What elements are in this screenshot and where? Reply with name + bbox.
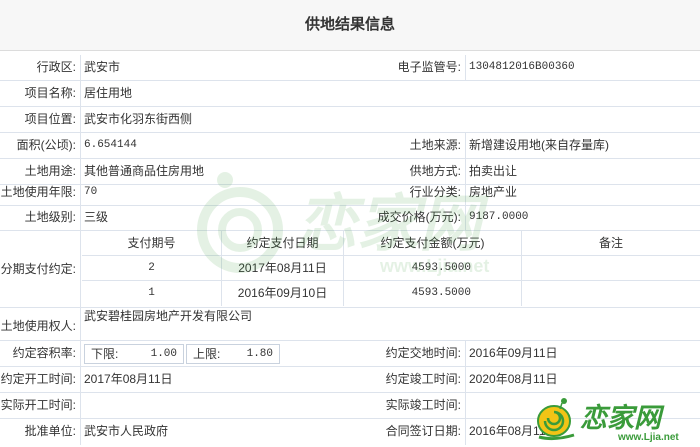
page-title: 供地结果信息 [0, 0, 700, 51]
project-name-value: 居住用地 [84, 86, 133, 100]
snail-icon [537, 398, 575, 441]
row-project-location: 项目位置: 武安市化羽东街西侧 [0, 107, 700, 133]
finish-label: 约定竣工时间: [385, 372, 461, 386]
row-holder: 土地使用权人: 武安碧桂园房地产开发有限公司 [0, 308, 700, 341]
project-name-label: 项目名称: [24, 86, 76, 100]
row-project-name: 项目名称: 居住用地 [0, 81, 700, 107]
plot-ratio-upper-value: 1.80 [246, 348, 273, 360]
row-plot-ratio: 约定容积率: 下限: 1.00 上限: 1.80 约定交地时间: 2016年09… [0, 341, 700, 367]
supervision-value: 1304812016B00360 [469, 61, 575, 73]
row-area: 面积(公顷): 6.654144 土地来源: 新增建设用地(来自存量库) [0, 133, 700, 159]
plot-ratio-upper-label: 上限: [193, 347, 221, 361]
installment-note [522, 256, 700, 281]
supervision-label: 电子监管号: [397, 60, 461, 74]
installment-table: 支付期号 约定支付日期 约定支付金额(万元) 备注 2 2017年08月11日 … [82, 231, 700, 307]
brand-logo-text: 恋家网 [580, 403, 665, 433]
contract-date-label: 合同签订日期: [385, 424, 461, 438]
land-level-label: 土地级别: [24, 210, 76, 224]
district-value: 武安市 [84, 60, 121, 74]
plot-ratio-upper-field: 上限: 1.80 [186, 344, 280, 364]
row-schedule: 约定开工时间: 2017年08月11日 约定竣工时间: 2020年08月11日 [0, 367, 700, 393]
approval-unit-value: 武安市人民政府 [84, 424, 169, 438]
industry-value: 房地产业 [469, 185, 518, 199]
installment-header-period: 支付期号 [82, 231, 222, 256]
area-value: 6.654144 [84, 139, 137, 151]
start-label: 约定开工时间: [0, 372, 76, 386]
land-source-label: 土地来源: [409, 138, 461, 152]
holder-value: 武安碧桂园房地产开发有限公司 [84, 309, 253, 323]
installment-header-amount: 约定支付金额(万元) [344, 231, 522, 256]
actual-finish-label: 实际竣工时间: [385, 398, 461, 412]
use-years-value: 70 [84, 186, 98, 198]
installment-date: 2016年09月10日 [222, 281, 344, 306]
installment-date: 2017年08月11日 [222, 256, 344, 281]
start-value: 2017年08月11日 [84, 372, 173, 386]
row-land-level: 土地级别: 三级 成交价格(万元): 9187.0000 [0, 205, 700, 231]
plot-ratio-lower-field: 下限: 1.00 [84, 344, 184, 364]
holder-label: 土地使用权人: [0, 319, 76, 333]
brand-logo-url: www.Ljia.net [617, 432, 679, 443]
actual-start-label: 实际开工时间: [0, 398, 76, 412]
project-location-label: 项目位置: [24, 112, 76, 126]
approval-unit-label: 批准单位: [24, 424, 76, 438]
use-years-label: 土地使用年限: [0, 185, 76, 199]
area-label: 面积(公顷): [16, 138, 76, 152]
installment-header-note: 备注 [522, 231, 700, 256]
land-level-value: 三级 [84, 210, 109, 224]
project-location-value: 武安市化羽东街西侧 [84, 112, 193, 126]
industry-label: 行业分类: [409, 185, 461, 199]
installment-note [522, 281, 700, 306]
installment-header-date: 约定支付日期 [222, 231, 344, 256]
delivery-label: 约定交地时间: [385, 346, 461, 360]
district-label: 行政区: [36, 60, 76, 74]
row-district: 行政区: 武安市 电子监管号: 1304812016B00360 [0, 55, 700, 81]
installment-period: 2 [82, 256, 222, 281]
installment-section: 分期支付约定: 支付期号 约定支付日期 约定支付金额(万元) 备注 2 2017… [0, 231, 700, 308]
plot-ratio-label: 约定容积率: [12, 346, 76, 360]
delivery-value: 2016年09月11日 [469, 346, 558, 360]
brand-logo: 恋家网 www.Ljia.net [537, 398, 679, 443]
plot-ratio-lower-label: 下限: [91, 347, 119, 361]
installment-label: 分期支付约定: [0, 262, 76, 276]
installment-amount: 4593.5000 [344, 256, 522, 281]
deal-price-label: 成交价格(万元): [377, 210, 461, 224]
land-source-value: 新增建设用地(来自存量库) [469, 138, 609, 152]
installment-period: 1 [82, 281, 222, 306]
row-use-years: 土地使用年限: 70 行业分类: 房地产业 [0, 180, 700, 206]
installment-amount: 4593.5000 [344, 281, 522, 306]
deal-price-value: 9187.0000 [469, 211, 529, 223]
plot-ratio-lower-value: 1.00 [150, 348, 177, 360]
finish-value: 2020年08月11日 [469, 372, 558, 386]
